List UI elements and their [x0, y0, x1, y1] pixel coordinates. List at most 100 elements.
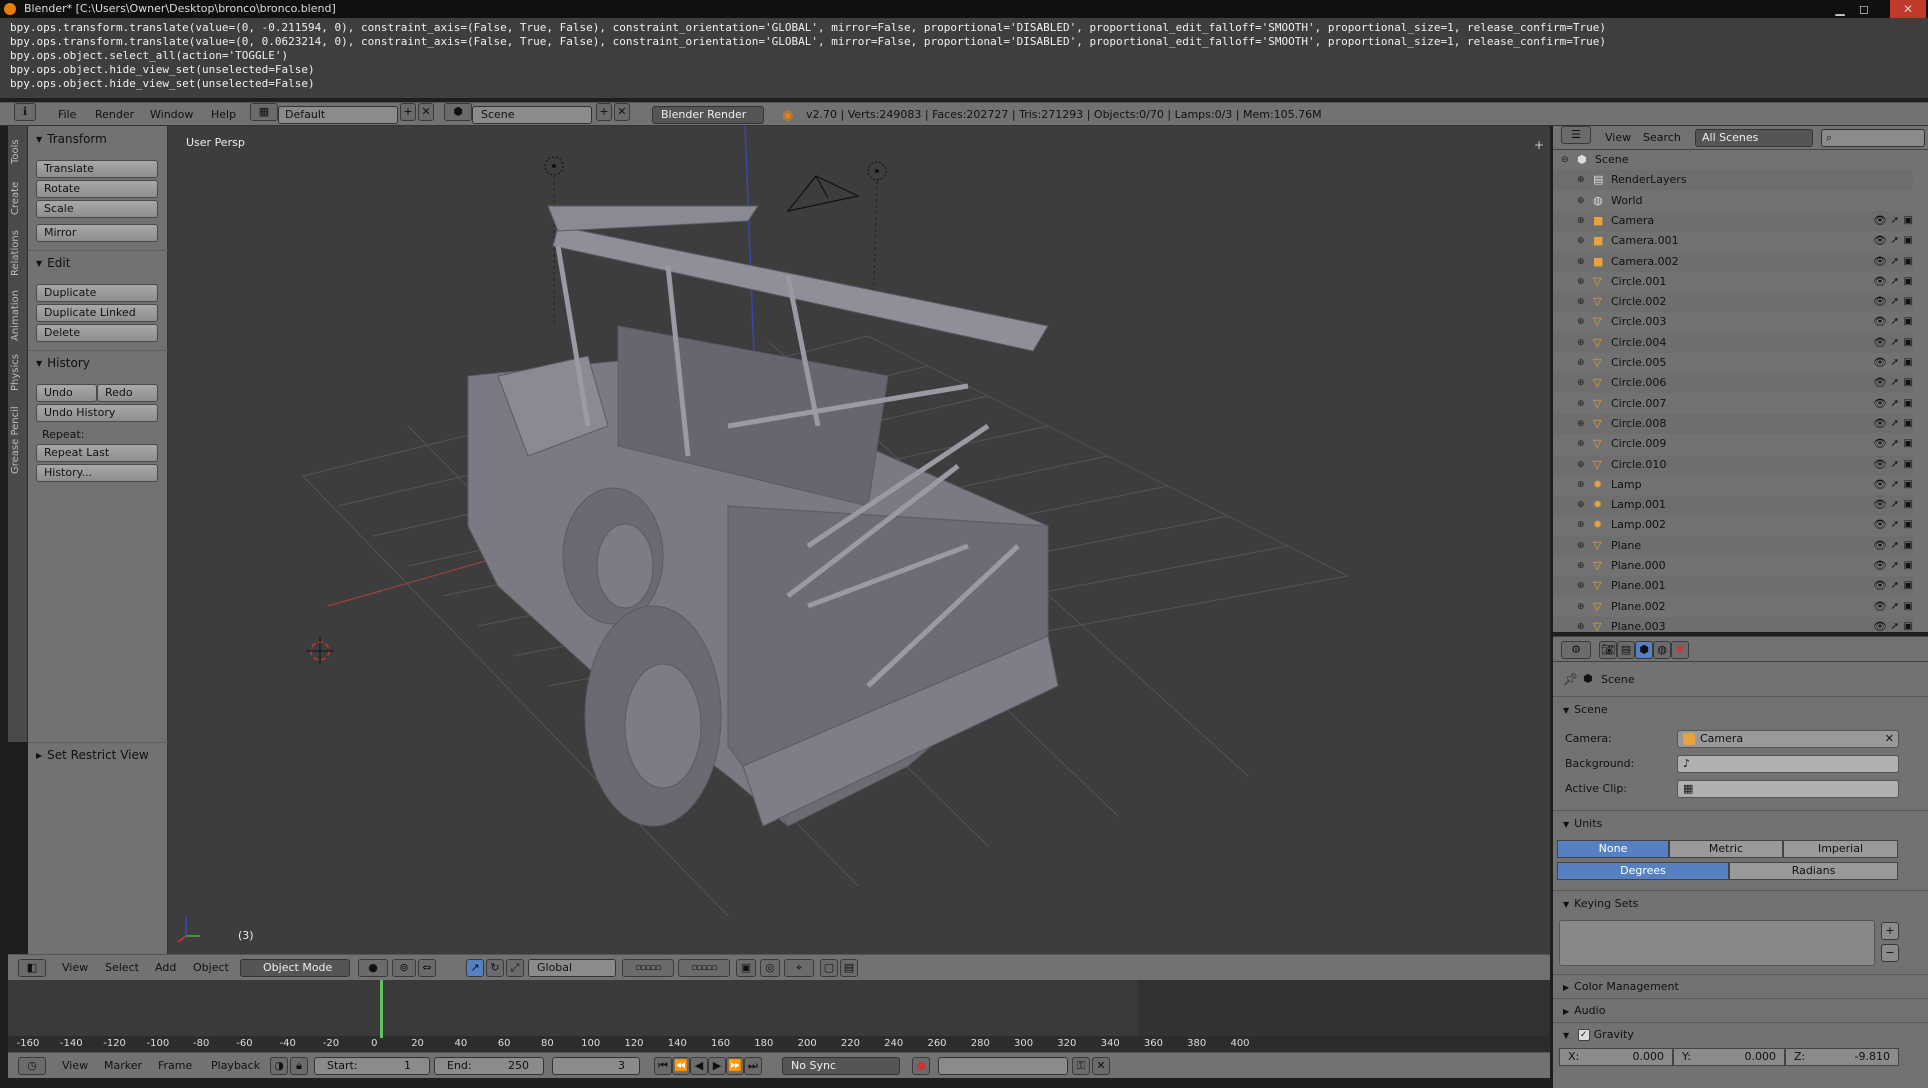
- expand-toggle-icon[interactable]: ⊕: [1577, 231, 1585, 251]
- lock-time-icon[interactable]: 🔒︎: [290, 1057, 308, 1075]
- visibility-eye-icon[interactable]: 👁︎: [1873, 292, 1887, 312]
- outliner-row[interactable]: ⊕ ▽ Plane.001 👁︎ ➚ ▣: [1553, 576, 1913, 597]
- visibility-eye-icon[interactable]: 👁︎: [1873, 394, 1887, 414]
- visibility-eye-icon[interactable]: 👁︎: [1873, 252, 1887, 272]
- duplicate-button[interactable]: Duplicate: [36, 284, 158, 302]
- menu-add[interactable]: Add: [155, 961, 176, 974]
- bronco-model[interactable]: [467, 205, 1059, 827]
- redo-button[interactable]: Redo: [97, 384, 158, 402]
- renderability-camera-icon[interactable]: ▣: [1904, 373, 1913, 393]
- clear-camera-icon[interactable]: ✕: [1885, 731, 1894, 747]
- rotate-button[interactable]: Rotate: [36, 180, 158, 198]
- menu-frame[interactable]: Frame: [158, 1059, 192, 1072]
- outliner-item-name[interactable]: Circle.004: [1611, 333, 1666, 353]
- visibility-eye-icon[interactable]: 👁︎: [1873, 617, 1887, 632]
- renderability-camera-icon[interactable]: ▣: [1904, 231, 1913, 251]
- gravity-section-header[interactable]: ✓Gravity: [1563, 1028, 1634, 1041]
- selectability-arrow-icon[interactable]: ➚: [1891, 617, 1899, 632]
- expand-toggle-icon[interactable]: ⊕: [1577, 495, 1585, 515]
- menu-view[interactable]: View: [62, 961, 88, 974]
- selectability-arrow-icon[interactable]: ➚: [1891, 414, 1899, 434]
- visibility-eye-icon[interactable]: 👁︎: [1873, 312, 1887, 332]
- selectability-arrow-icon[interactable]: ➚: [1891, 515, 1899, 535]
- selectability-arrow-icon[interactable]: ➚: [1891, 252, 1899, 272]
- menu-render[interactable]: Render: [95, 108, 134, 121]
- outliner-row[interactable]: ⊕ ■ Camera 👁︎ ➚ ▣: [1553, 210, 1913, 231]
- expand-toggle-icon[interactable]: ⊕: [1577, 597, 1585, 617]
- gravity-y-field[interactable]: Y: 0.000: [1673, 1048, 1785, 1066]
- lock-layers-icon[interactable]: ▣: [736, 959, 756, 977]
- outliner-item-name[interactable]: World: [1611, 191, 1643, 211]
- remove-keying-set-icon[interactable]: −: [1881, 944, 1899, 962]
- panel-transform-header[interactable]: Transform: [36, 132, 107, 146]
- undo-button[interactable]: Undo: [36, 384, 97, 402]
- visibility-eye-icon[interactable]: 👁︎: [1873, 333, 1887, 353]
- outliner-item-name[interactable]: Camera.002: [1611, 252, 1679, 272]
- renderability-camera-icon[interactable]: ▣: [1904, 211, 1913, 231]
- sync-mode-select[interactable]: No Sync: [782, 1057, 900, 1075]
- selectability-arrow-icon[interactable]: ➚: [1891, 211, 1899, 231]
- tab-animation[interactable]: Animation: [10, 286, 26, 346]
- remove-scene-icon[interactable]: ✕: [614, 103, 630, 121]
- outliner-item-name[interactable]: Lamp: [1611, 475, 1642, 495]
- delete-button[interactable]: Delete: [36, 324, 158, 342]
- renderability-camera-icon[interactable]: ▣: [1904, 394, 1913, 414]
- menu-help[interactable]: Help: [211, 108, 236, 121]
- renderability-camera-icon[interactable]: ▣: [1904, 617, 1913, 632]
- insert-keyframe-icon[interactable]: ⚿: [1072, 1057, 1090, 1075]
- outliner-row[interactable]: ⊕ ▽ Circle.006 👁︎ ➚ ▣: [1553, 373, 1913, 394]
- editor-type-icon[interactable]: ◧: [18, 959, 46, 977]
- units-metric-button[interactable]: Metric: [1669, 840, 1783, 858]
- outliner-search-input[interactable]: ⌕: [1821, 129, 1925, 147]
- expand-toggle-icon[interactable]: ⊕: [1577, 394, 1585, 414]
- preview-range-icon[interactable]: ◑: [270, 1057, 288, 1075]
- screen-layout-select[interactable]: Default: [278, 106, 398, 124]
- gravity-checkbox[interactable]: ✓: [1577, 1029, 1590, 1041]
- start-frame-field[interactable]: Start: 1: [314, 1057, 430, 1075]
- expand-toggle-icon[interactable]: ⊕: [1577, 211, 1585, 231]
- outliner-row[interactable]: ⊕ ▤ RenderLayers: [1553, 170, 1913, 191]
- layers-grid-2[interactable]: ▫▫▫▫▫: [678, 959, 730, 977]
- outliner-item-name[interactable]: Circle.009: [1611, 434, 1666, 454]
- expand-toggle-icon[interactable]: ⊕: [1577, 576, 1585, 596]
- renderability-camera-icon[interactable]: ▣: [1904, 597, 1913, 617]
- gravity-z-field[interactable]: Z: -9.810: [1785, 1048, 1899, 1066]
- outliner-item-name[interactable]: RenderLayers: [1611, 170, 1687, 190]
- outliner-item-name[interactable]: Circle.008: [1611, 414, 1666, 434]
- expand-toggle-icon[interactable]: ⊖: [1561, 150, 1569, 170]
- visibility-eye-icon[interactable]: 👁︎: [1873, 414, 1887, 434]
- render-layers-tab-icon[interactable]: ▤: [1617, 641, 1635, 659]
- gravity-x-field[interactable]: X: 0.000: [1559, 1048, 1673, 1066]
- units-none-button[interactable]: None: [1557, 840, 1669, 858]
- repeat-last-button[interactable]: Repeat Last: [36, 444, 158, 462]
- outliner-row[interactable]: ⊕ ▽ Circle.010 👁︎ ➚ ▣: [1553, 454, 1913, 475]
- visibility-eye-icon[interactable]: 👁︎: [1873, 373, 1887, 393]
- outliner-item-name[interactable]: Plane.000: [1611, 556, 1666, 576]
- render-tab-icon[interactable]: 📷︎: [1599, 641, 1617, 659]
- outliner-item-name[interactable]: Camera.001: [1611, 231, 1679, 251]
- scene-select[interactable]: Scene: [472, 106, 592, 124]
- expand-toggle-icon[interactable]: ⊕: [1577, 515, 1585, 535]
- selectability-arrow-icon[interactable]: ➚: [1891, 231, 1899, 251]
- keying-sets-list[interactable]: [1559, 920, 1875, 966]
- visibility-eye-icon[interactable]: 👁︎: [1873, 353, 1887, 373]
- expand-toggle-icon[interactable]: ⊕: [1577, 414, 1585, 434]
- selectability-arrow-icon[interactable]: ➚: [1891, 434, 1899, 454]
- mirror-button[interactable]: Mirror: [36, 224, 158, 242]
- outliner-row[interactable]: ⊕ ■ Camera.002 👁︎ ➚ ▣: [1553, 251, 1913, 272]
- renderability-camera-icon[interactable]: ▣: [1904, 272, 1913, 292]
- outliner-item-name[interactable]: Lamp.001: [1611, 495, 1666, 515]
- renderability-camera-icon[interactable]: ▣: [1904, 333, 1913, 353]
- outliner-item-name[interactable]: Circle.003: [1611, 312, 1666, 332]
- units-imperial-button[interactable]: Imperial: [1783, 840, 1898, 858]
- expand-toggle-icon[interactable]: ⊕: [1577, 272, 1585, 292]
- translate-button[interactable]: Translate: [36, 160, 158, 178]
- expand-toggle-icon[interactable]: ⊕: [1577, 373, 1585, 393]
- menu-select[interactable]: Select: [105, 961, 139, 974]
- keying-sets-section-header[interactable]: Keying Sets: [1563, 897, 1638, 910]
- expand-toggle-icon[interactable]: ⊕: [1577, 333, 1585, 353]
- add-layout-icon[interactable]: +: [400, 103, 416, 121]
- renderability-camera-icon[interactable]: ▣: [1904, 292, 1913, 312]
- background-field[interactable]: ♪: [1677, 755, 1899, 773]
- add-scene-icon[interactable]: +: [596, 103, 612, 121]
